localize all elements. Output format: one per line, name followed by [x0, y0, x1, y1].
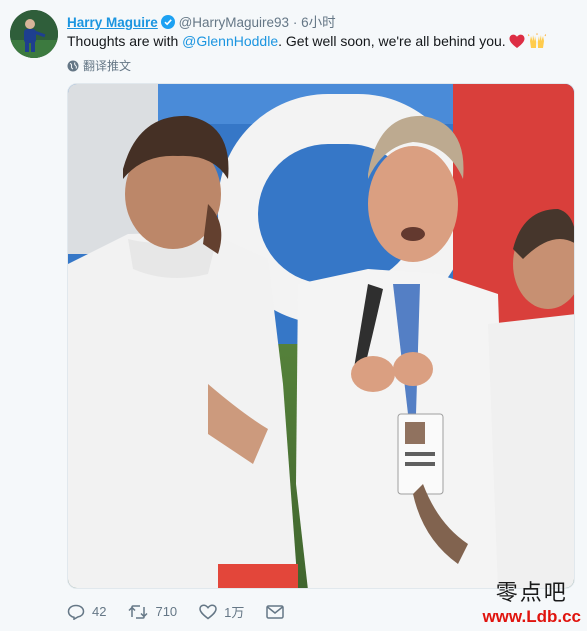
- reply-count: 42: [92, 604, 107, 619]
- verified-badge-icon: [160, 15, 175, 29]
- avatar[interactable]: [10, 10, 58, 58]
- retweet-icon: [128, 604, 148, 619]
- tweet-actions: 42 710 1万: [67, 602, 313, 621]
- globe-icon: [67, 60, 79, 71]
- like-button[interactable]: 1万: [199, 602, 244, 621]
- tweet: Harry Maguire @HarryMaguire93 · 6小时 Thou…: [0, 0, 587, 631]
- watermark-text: 零点吧: [495, 581, 568, 606]
- reply-icon: [67, 604, 85, 620]
- red-heart-emoji-icon: [509, 34, 525, 53]
- raised-hands-emoji-icon: [527, 33, 546, 53]
- tweet-photo[interactable]: [67, 83, 575, 589]
- mention-link[interactable]: @GlennHoddle: [182, 33, 278, 49]
- retweet-button[interactable]: 710: [128, 604, 177, 620]
- retweet-count: 710: [155, 604, 178, 619]
- tweet-text: Thoughts are with @GlennHoddle. Get well…: [67, 32, 546, 53]
- separator-dot: ·: [292, 15, 298, 30]
- author-name[interactable]: Harry Maguire: [67, 15, 158, 30]
- direct-message-button[interactable]: [266, 604, 291, 619]
- like-count: 1万: [224, 605, 245, 620]
- tweet-text-start: Thoughts are with: [67, 33, 183, 49]
- author-handle[interactable]: @HarryMaguire93: [179, 15, 290, 30]
- tweet-text-end: . Get well soon, we're all behind you.: [278, 33, 506, 49]
- translate-label: 翻译推文: [83, 59, 132, 73]
- watermark-url: www.Ldb.cc: [482, 607, 581, 626]
- tweet-timestamp[interactable]: 6小时: [301, 15, 336, 30]
- envelope-icon: [266, 604, 285, 619]
- reply-button[interactable]: 42: [67, 604, 106, 620]
- translate-tweet-link[interactable]: 翻译推文: [67, 57, 131, 74]
- heart-icon: [199, 603, 217, 619]
- watermark: 零点吧 www.Ldb.cc: [482, 575, 581, 627]
- tweet-header: Harry Maguire @HarryMaguire93 · 6小时: [67, 11, 336, 31]
